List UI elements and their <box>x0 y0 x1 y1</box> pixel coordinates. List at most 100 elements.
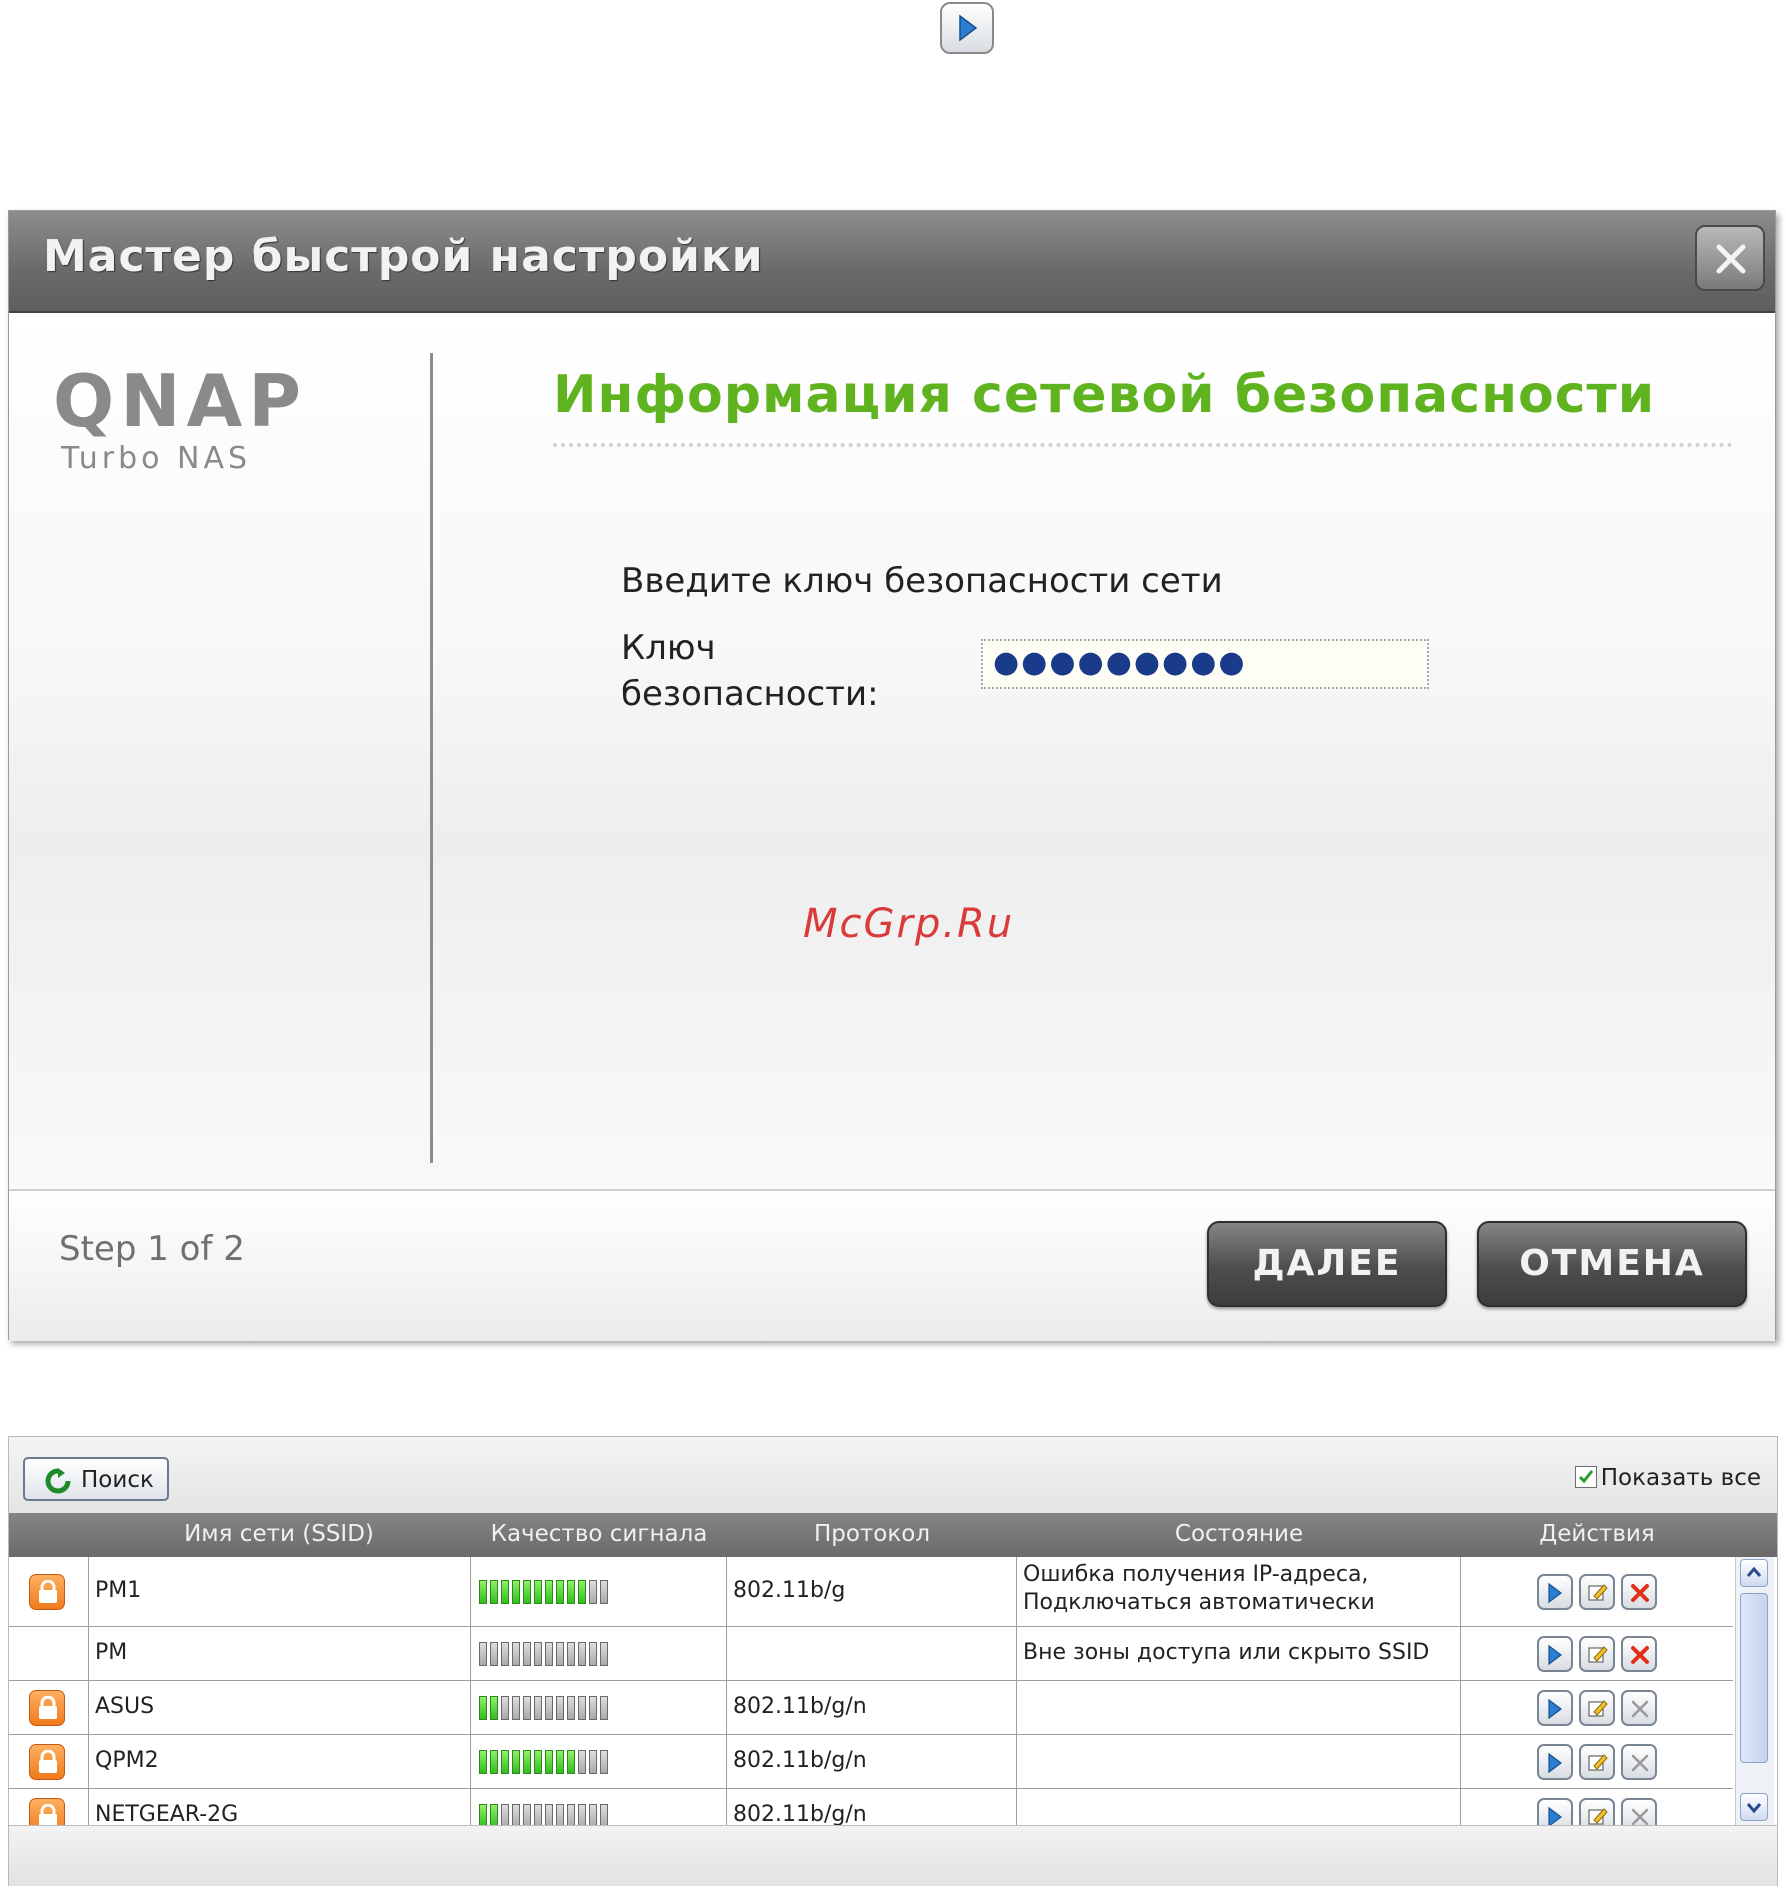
delete-button[interactable] <box>1621 1798 1657 1825</box>
signal-bar <box>600 1580 608 1604</box>
signal-bar <box>490 1696 498 1720</box>
signal-bar <box>556 1580 564 1604</box>
signal-bar <box>512 1750 520 1774</box>
connect-button[interactable] <box>1537 1574 1573 1610</box>
ssid-cell: QPM2 <box>89 1735 471 1788</box>
protocol-cell: 802.11b/g <box>727 1557 1017 1626</box>
play-icon <box>1548 1698 1562 1720</box>
signal-bar <box>567 1580 575 1604</box>
delete-button[interactable] <box>1621 1636 1657 1672</box>
connect-button[interactable] <box>1537 1690 1573 1726</box>
signal-bar <box>479 1804 487 1825</box>
signal-bar <box>523 1642 531 1666</box>
wifi-footer <box>9 1825 1777 1886</box>
signal-bar <box>545 1750 553 1774</box>
protocol-text: 802.11b/g <box>733 1578 846 1603</box>
edit-button[interactable] <box>1579 1690 1615 1726</box>
ssid-text: QPM2 <box>95 1748 159 1773</box>
vertical-divider <box>430 353 433 1163</box>
edit-icon <box>1588 1646 1608 1663</box>
show-all-checkbox[interactable] <box>1574 1466 1597 1488</box>
signal-bar <box>578 1580 586 1604</box>
wizard-title: Мастер быстрой настройки <box>43 231 764 282</box>
edit-button[interactable] <box>1579 1636 1615 1672</box>
signal-bar <box>479 1642 487 1666</box>
network-table-body: PM1 802.11b/g Ошибка получения IP-адреса, П… <box>9 1557 1733 1825</box>
table-scrollbar[interactable] <box>1735 1557 1774 1825</box>
key-prompt: Введите ключ безопасности сети <box>621 561 1223 601</box>
signal-bars <box>479 1580 608 1604</box>
delete-button[interactable] <box>1621 1690 1657 1726</box>
edit-button[interactable] <box>1579 1798 1615 1825</box>
status-text-line2: Подключаться автоматически <box>1023 1590 1375 1615</box>
logo-main: QNAP <box>53 359 307 443</box>
signal-bar <box>589 1804 597 1825</box>
edit-button[interactable] <box>1579 1574 1615 1610</box>
signal-bar <box>512 1696 520 1720</box>
scroll-down-button[interactable] <box>1740 1793 1768 1821</box>
lock-cell <box>9 1789 89 1825</box>
wizard-header: Мастер быстрой настройки <box>9 211 1775 313</box>
signal-bar <box>600 1696 608 1720</box>
signal-bars <box>479 1696 608 1720</box>
close-button[interactable] <box>1695 225 1765 291</box>
delete-icon <box>1631 1700 1649 1718</box>
play-icon <box>1548 1582 1562 1604</box>
signal-cell <box>471 1735 727 1788</box>
cancel-button[interactable]: ОТМЕНА <box>1477 1221 1747 1307</box>
chevron-down-icon <box>1746 1803 1762 1814</box>
signal-cell <box>471 1557 727 1626</box>
protocol-cell: 802.11b/g/n <box>727 1789 1017 1825</box>
signal-bar <box>534 1804 542 1825</box>
edit-button[interactable] <box>1579 1744 1615 1780</box>
connect-button[interactable] <box>1537 1798 1573 1825</box>
connect-button[interactable] <box>1537 1744 1573 1780</box>
signal-bar <box>589 1696 597 1720</box>
signal-bar <box>501 1696 509 1720</box>
protocol-cell: 802.11b/g/n <box>727 1735 1017 1788</box>
show-all-label: Показать все <box>1600 1465 1761 1491</box>
signal-bars <box>479 1750 608 1774</box>
search-button[interactable]: Поиск <box>23 1457 169 1501</box>
delete-icon <box>1631 1754 1649 1772</box>
lock-cell <box>9 1557 89 1626</box>
table-row[interactable]: PM1 802.11b/g Ошибка получения IP-адреса, П… <box>9 1557 1733 1627</box>
next-button[interactable]: ДАЛЕЕ <box>1207 1221 1447 1307</box>
row-actions <box>1537 1574 1657 1610</box>
signal-bar <box>578 1750 586 1774</box>
row-actions <box>1537 1744 1657 1780</box>
table-row[interactable]: ASUS 802.11b/g/n <box>9 1681 1733 1735</box>
signal-bar <box>490 1642 498 1666</box>
show-all-toggle[interactable]: Показать все <box>1574 1465 1761 1491</box>
signal-bar <box>479 1750 487 1774</box>
signal-bar <box>589 1642 597 1666</box>
ssid-cell: PM1 <box>89 1557 471 1626</box>
connect-icon <box>940 2 994 54</box>
scroll-up-button[interactable] <box>1740 1559 1768 1587</box>
play-icon <box>1548 1752 1562 1774</box>
signal-bar <box>545 1642 553 1666</box>
ssid-text: PM <box>95 1640 128 1665</box>
connect-button[interactable] <box>1537 1636 1573 1672</box>
signal-cell <box>471 1789 727 1825</box>
wifi-network-panel: Поиск Показать все Имя сети (SSID) Качес… <box>8 1436 1778 1886</box>
col-status: Состояние <box>1174 1521 1304 1547</box>
signal-bar <box>512 1804 520 1825</box>
table-row[interactable]: PM Вне зоны доступа или скрыто SSID <box>9 1627 1733 1681</box>
security-key-input[interactable]: ●●●●●●●●● <box>981 639 1429 689</box>
delete-button[interactable] <box>1621 1574 1657 1610</box>
delete-button[interactable] <box>1621 1744 1657 1780</box>
table-row[interactable]: QPM2 802.11b/g/n <box>9 1735 1733 1789</box>
dotted-divider <box>553 443 1733 447</box>
signal-bar <box>523 1580 531 1604</box>
signal-cell <box>471 1627 727 1680</box>
scroll-thumb[interactable] <box>1740 1593 1768 1763</box>
signal-bar <box>600 1804 608 1825</box>
protocol-cell <box>727 1627 1017 1680</box>
signal-bar <box>479 1580 487 1604</box>
protocol-cell: 802.11b/g/n <box>727 1681 1017 1734</box>
signal-bar <box>589 1750 597 1774</box>
signal-bar <box>545 1804 553 1825</box>
table-row[interactable]: NETGEAR-2G 802.11b/g/n <box>9 1789 1733 1825</box>
lock-cell <box>9 1735 89 1788</box>
